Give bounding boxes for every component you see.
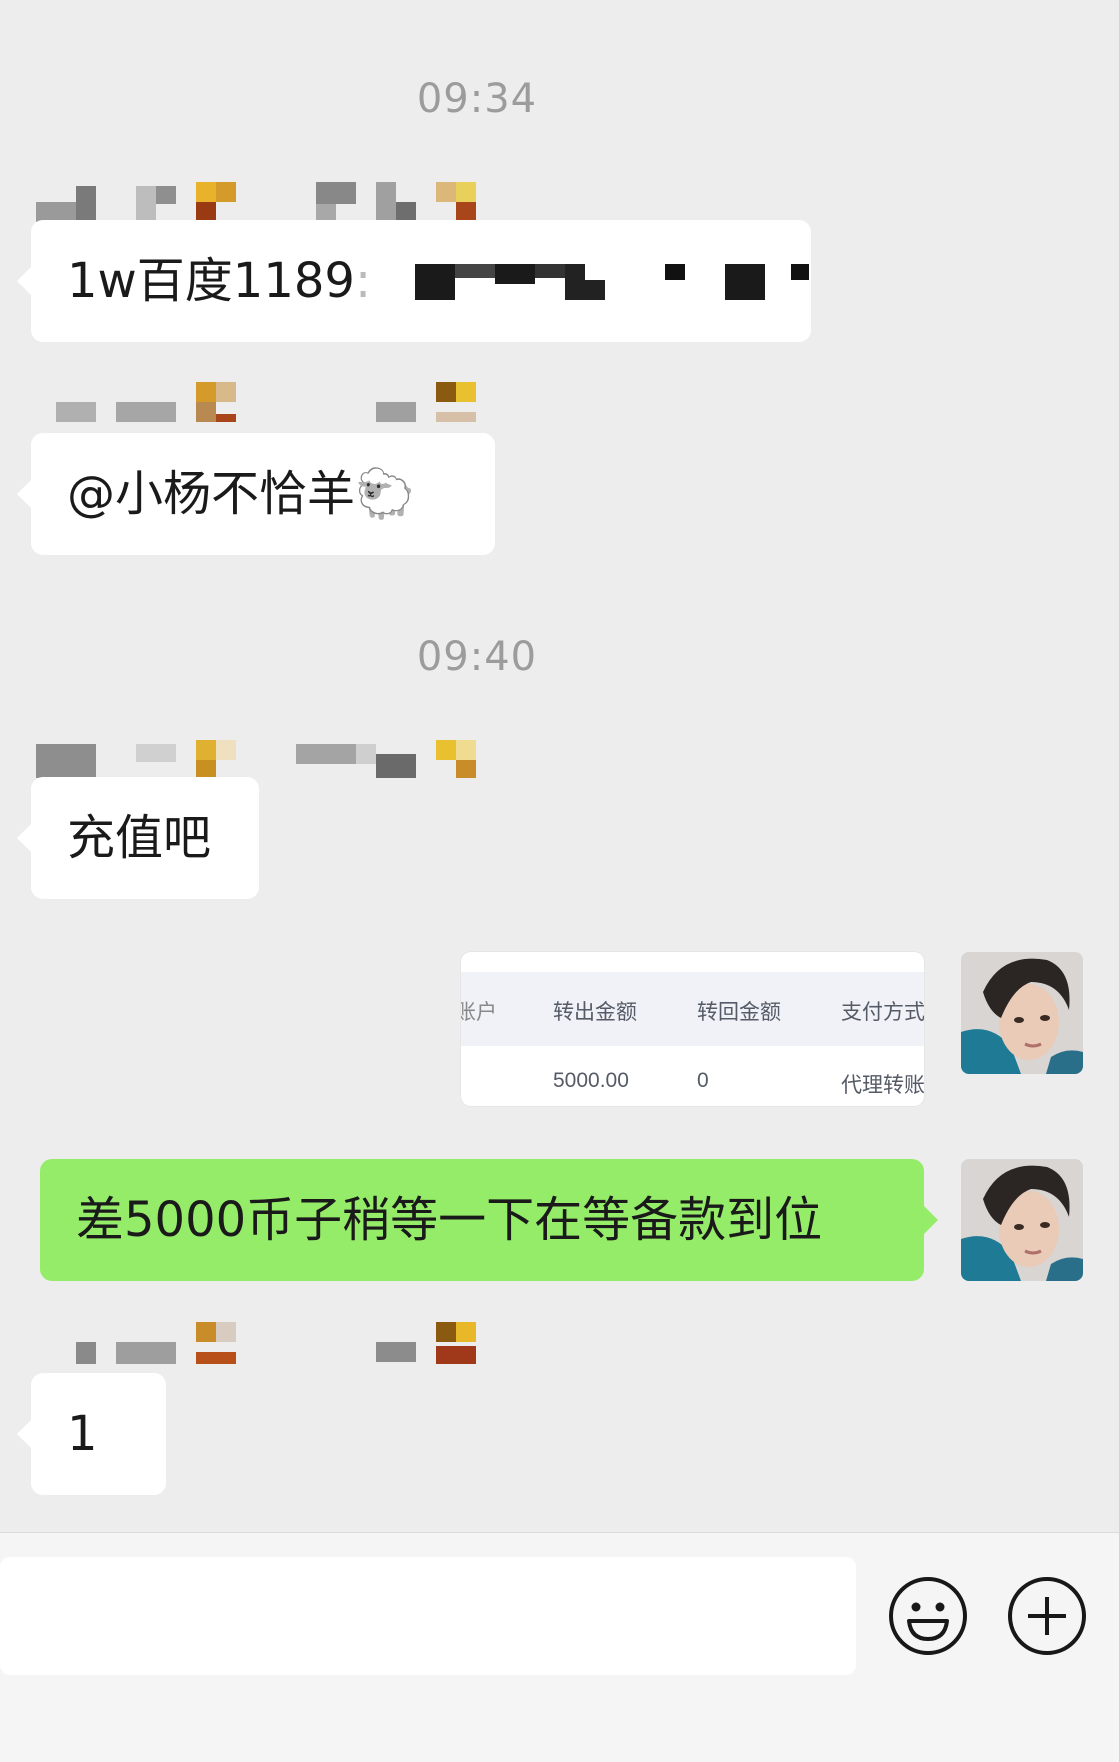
message-text-suffix: : — [354, 253, 372, 309]
image-table-header-cell: 转出金额 — [553, 1001, 637, 1024]
user-avatar[interactable] — [961, 952, 1083, 1074]
message-text: @小杨不恰羊🐑 — [67, 466, 415, 522]
redacted-text — [415, 264, 809, 300]
chat-input-bar — [0, 1532, 1119, 1762]
image-table-header-cell: 账户 — [461, 1001, 497, 1024]
message-input[interactable] — [0, 1557, 856, 1675]
sender-name-redacted — [30, 180, 480, 224]
message-bubble-own[interactable]: 差5000币子稍等一下在等备款到位 — [40, 1159, 938, 1281]
message-bubble[interactable]: @小杨不恰羊🐑 — [17, 433, 495, 555]
avatar-image — [961, 952, 1083, 1074]
message-text: 充值吧 — [67, 810, 212, 866]
message-text: 1 — [67, 1406, 98, 1462]
message-text: 差5000币子稍等一下在等备款到位 — [76, 1192, 823, 1248]
image-table-cell: 代理转账 — [841, 1074, 924, 1097]
image-table-header-cell: 支付方式 — [841, 1001, 924, 1024]
user-avatar[interactable] — [961, 1159, 1083, 1281]
image-message[interactable]: 账户 转出金额 转回金额 支付方式 5000.00 0 代理转账 — [461, 952, 924, 1106]
sender-name-redacted — [30, 1320, 480, 1364]
sender-name-redacted — [30, 380, 480, 424]
smiley-face-icon[interactable] — [887, 1575, 969, 1657]
timestamp: 09:34 — [416, 76, 538, 122]
image-table-cell: 5000.00 — [553, 1069, 629, 1092]
message-text: 1w百度1189 — [67, 253, 355, 309]
plus-circle-icon[interactable] — [1006, 1575, 1088, 1657]
sender-name-redacted — [30, 736, 480, 780]
image-table-cell: 0 — [697, 1069, 709, 1092]
image-table-header-cell: 转回金额 — [697, 1001, 781, 1024]
avatar-image — [961, 1159, 1083, 1281]
message-bubble[interactable]: 1 — [17, 1373, 166, 1495]
message-bubble[interactable]: 1w百度1189: — [17, 220, 811, 342]
timestamp: 09:40 — [416, 634, 538, 680]
message-bubble[interactable]: 充值吧 — [17, 777, 259, 899]
